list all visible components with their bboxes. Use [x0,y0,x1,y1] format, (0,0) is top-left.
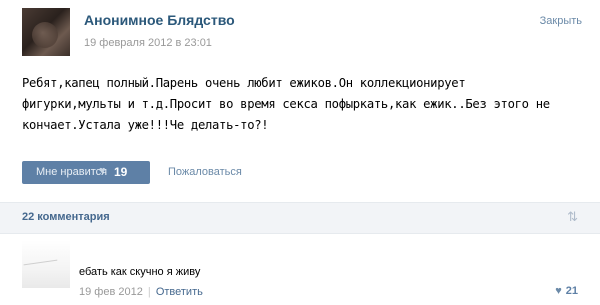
close-link[interactable]: Закрыть [540,15,582,27]
like-button-label: Мне нравится [36,166,108,178]
comment-meta: 19 фев 2012 | Ответить [79,286,203,298]
heart-icon: ♥ [99,165,106,177]
like-button[interactable]: Мне нравится ♥ 19 [22,161,150,184]
reply-link[interactable]: Ответить [156,286,203,298]
meta-separator: | [147,286,151,298]
post-date[interactable]: 19 февраля 2012 в 23:01 [84,37,212,49]
group-name-link[interactable]: Анонимное Блядство [84,12,235,28]
post-text-line: кончает.Устала уже!!!Че делать-то?! [22,118,269,132]
divider [0,233,600,234]
post-text: Ребят,капец полный.Парень очень любит еж… [22,73,582,136]
comment-date[interactable]: 19 фев 2012 [79,286,143,298]
comments-bar[interactable]: 22 комментария ⇅ [0,203,600,233]
comment-like-count: 21 [565,285,578,297]
comments-count[interactable]: 22 комментария [22,211,110,223]
like-count: 19 [114,165,128,179]
comment-text: ебать как скучно я живу [79,266,201,278]
report-link[interactable]: Пожаловаться [168,166,242,178]
comment-like[interactable]: ♥ 21 [555,285,578,297]
heart-icon: ♥ [555,285,562,297]
post-avatar[interactable] [22,8,70,56]
sort-arrows-icon[interactable]: ⇅ [567,209,578,225]
post-text-line: фигурки,мульты и т.д.Просит во время сек… [22,97,550,111]
post-text-line: Ребят,капец полный.Парень очень любит еж… [22,76,466,90]
comment-avatar[interactable] [22,240,70,288]
